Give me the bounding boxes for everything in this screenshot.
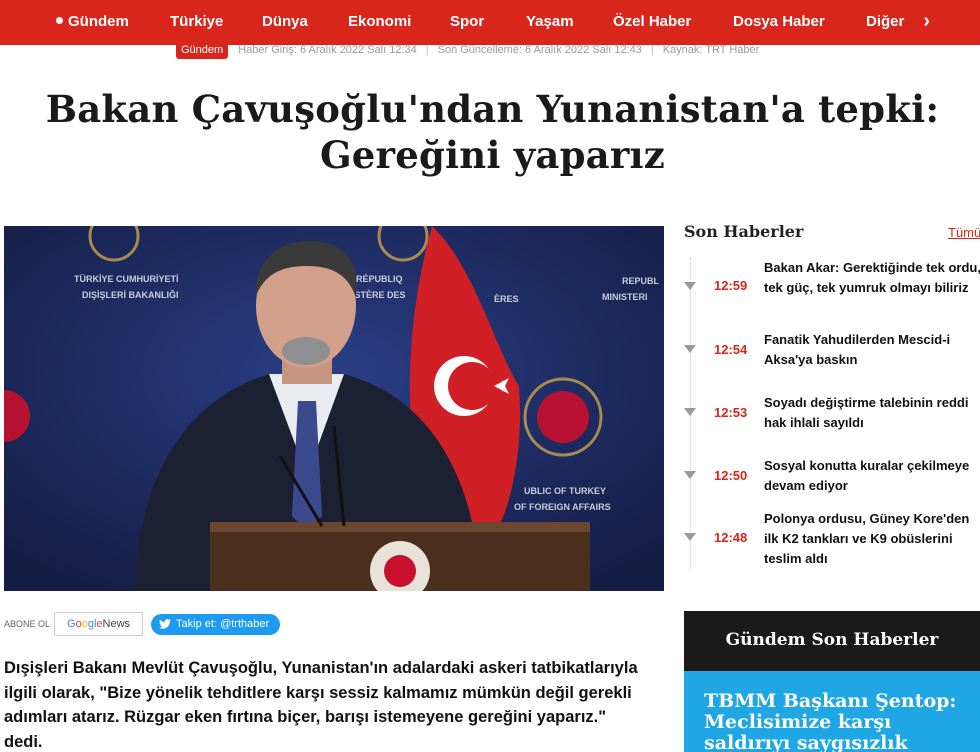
backdrop-text: ISTÈRE DES [352, 290, 406, 300]
backdrop-text: TÜRKİYE CUMHURİYETİ [74, 274, 179, 284]
latest-news-item[interactable]: 12:50 Sosyal konutta kuralar çekilmeye d… [684, 456, 980, 516]
backdrop-text: REPUBL [622, 276, 660, 286]
twitter-bird-icon [159, 619, 172, 629]
timeline-arrow-icon [684, 533, 696, 541]
agenda-news-card[interactable]: TBMM Başkanı Şentop: Meclisimize karşı s… [684, 671, 980, 752]
latest-news-title: Son Haberler [684, 222, 804, 241]
top-navigation: Gündem Türkiye Dünya Ekonomi Spor Yaşam … [0, 0, 980, 45]
meta-divider: | [425, 44, 429, 56]
share-bar: ABONE OL Google News Takip et: @trthaber [4, 611, 281, 637]
minister-press-photo: TÜRKİYE CUMHURİYETİ DIŞİŞLERİ BAKANLIĞI … [4, 226, 664, 591]
backdrop-text: OF FOREIGN AFFAIRS [514, 502, 611, 512]
timeline-arrow-icon [684, 471, 696, 479]
agenda-latest-title: Gündem Son Haberler [684, 611, 980, 671]
article-hero-image: TÜRKİYE CUMHURİYETİ DIŞİŞLERİ BAKANLIĞI … [4, 226, 664, 591]
article-meta: Gündem Haber Giriş: 6 Aralık 2022 Salı 1… [176, 40, 759, 60]
latest-news-item[interactable]: 12:54 Fanatik Yahudilerden Mescid-i Aksa… [684, 330, 980, 390]
news-headline: Bakan Akar: Gerektiğinde tek ordu, tek g… [764, 260, 980, 295]
timeline-arrow-icon [684, 345, 696, 353]
twitter-follow-label: Takip et: @trthaber [176, 618, 270, 630]
google-news-button[interactable]: Google News [54, 612, 144, 636]
backdrop-text: DIŞİŞLERİ BAKANLIĞI [82, 289, 179, 300]
updated-date: Son Güncelleme: 6 Aralık 2022 Salı 12:43 [437, 44, 642, 56]
published-date: Haber Giriş: 6 Aralık 2022 Salı 12:34 [238, 44, 417, 56]
news-source: Kaynak: TRT Haber [662, 44, 760, 56]
backdrop-text: RÉPUBLIQ [356, 274, 403, 284]
twitter-follow-button[interactable]: Takip et: @trthaber [151, 613, 281, 635]
news-headline: Polonya ordusu, Güney Kore'den ilk K2 ta… [764, 511, 970, 566]
news-headline: Sosyal konutta kuralar çekilmeye devam e… [764, 458, 970, 493]
active-dot-icon [56, 16, 63, 24]
news-time: 12:48 [714, 530, 748, 545]
latest-news-item[interactable]: 12:53 Soyadı değiştirme talebinin reddi … [684, 393, 980, 453]
agenda-news-headline: TBMM Başkanı Şentop: Meclisimize karşı s… [704, 690, 957, 752]
timeline-arrow-icon [684, 408, 696, 416]
nav-item-dosya-haber[interactable]: Dosya Haber [733, 13, 825, 30]
news-headline: Soyadı değiştirme talebinin reddi hak ih… [764, 395, 969, 430]
google-letter: G [67, 618, 76, 630]
headline-line-1: Bakan Çavuşoğlu'ndan Yunanistan'a tepki: [45, 87, 940, 131]
news-time: 12:59 [714, 278, 748, 293]
news-headline: Fanatik Yahudilerden Mescid-i Aksa'ya ba… [764, 332, 951, 367]
news-time: 12:54 [714, 342, 748, 357]
nav-item-yasam[interactable]: Yaşam [526, 13, 574, 30]
nav-item-dunya[interactable]: Dünya [262, 13, 308, 30]
meta-divider: | [650, 44, 654, 56]
nav-item-ozel-haber[interactable]: Özel Haber [613, 13, 691, 30]
nav-item-ekonomi[interactable]: Ekonomi [348, 13, 411, 30]
backdrop-text: ÈRES [494, 294, 519, 304]
chevron-right-icon[interactable]: › [923, 10, 930, 33]
subscribe-label: ABONE OL [4, 619, 51, 629]
nav-item-gundem[interactable]: Gündem [56, 13, 129, 30]
nav-item-turkiye[interactable]: Türkiye [170, 13, 223, 30]
article-lead: Dışişleri Bakanı Mevlüt Çavuşoğlu, Yunan… [4, 659, 638, 751]
backdrop-text: UBLIC OF TURKEY [524, 486, 606, 496]
google-news-label: News [102, 618, 131, 630]
timeline-arrow-icon [684, 282, 696, 290]
news-time: 12:50 [714, 468, 748, 483]
see-all-link[interactable]: Tümü [948, 225, 980, 240]
article-headline: Bakan Çavuşoğlu'ndan Yunanistan'a tepki:… [0, 86, 980, 178]
headline-line-2: Gereğini yaparız [319, 133, 666, 177]
nav-item-diger[interactable]: Diğer [866, 13, 904, 30]
latest-news-item[interactable]: 12:48 Polonya ordusu, Güney Kore'den ilk… [684, 509, 980, 571]
category-badge[interactable]: Gündem [176, 41, 229, 59]
latest-news-item[interactable]: 12:59 Bakan Akar: Gerektiğinde tek ordu,… [684, 258, 980, 318]
backdrop-text: MINISTERI [602, 292, 648, 302]
nav-item-spor[interactable]: Spor [450, 13, 484, 30]
news-time: 12:53 [714, 405, 748, 420]
nav-label: Gündem [68, 13, 129, 30]
